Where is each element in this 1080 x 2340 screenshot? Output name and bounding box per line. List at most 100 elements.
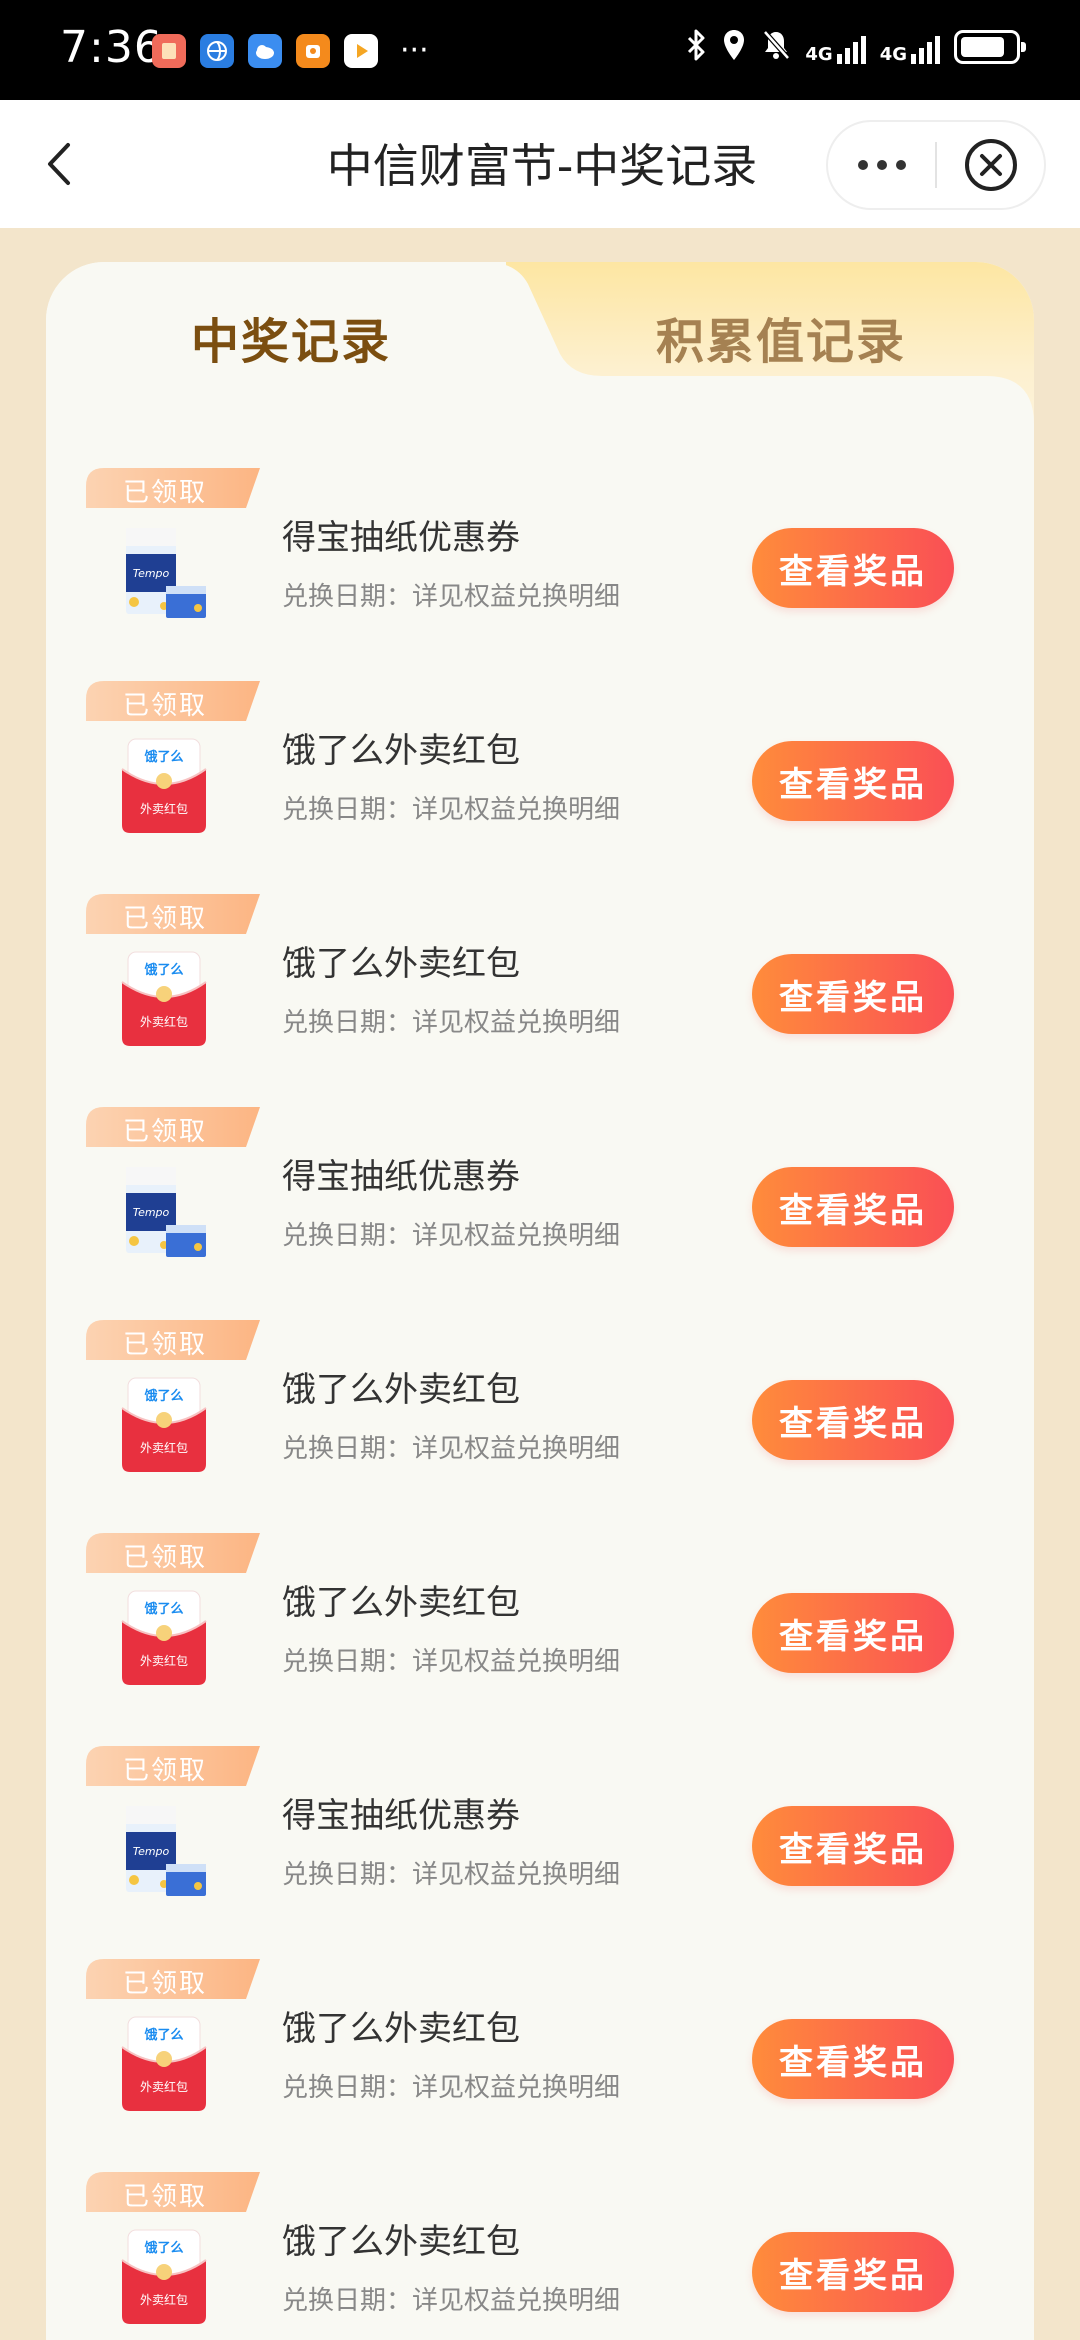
- miniprogram-capsule: [826, 120, 1046, 210]
- status-bar: 7:36 ··· 4G 4G: [0, 0, 1080, 100]
- svg-text:外卖红包: 外卖红包: [140, 2079, 188, 2094]
- record-item: 已领取 Tempo 得宝抽纸优惠券 兑换日期：详见权益兑换明细 查看奖品: [46, 1746, 1034, 1959]
- battery-icon: [954, 30, 1026, 64]
- svg-text:饿了么: 饿了么: [143, 1601, 183, 1617]
- svg-text:饿了么: 饿了么: [143, 749, 183, 765]
- red-packet-icon: 饿了么 外卖红包: [114, 1372, 214, 1480]
- svg-text:饿了么: 饿了么: [143, 1388, 183, 1404]
- claimed-badge: 已领取: [86, 681, 260, 721]
- view-prize-button[interactable]: 查看奖品: [752, 954, 954, 1034]
- globe-app-icon: [200, 34, 234, 68]
- record-item: 已领取 饿了么 外卖红包 饿了么外卖红包 兑换日期：详见权益兑换明细 查看奖品: [46, 894, 1034, 1107]
- svg-text:外卖红包: 外卖红包: [140, 1653, 188, 1668]
- svg-text:Tempo: Tempo: [133, 567, 170, 580]
- claimed-badge: 已领取: [86, 1107, 260, 1147]
- prize-title: 得宝抽纸优惠券: [282, 1157, 520, 1197]
- prize-title: 饿了么外卖红包: [282, 2222, 520, 2262]
- svg-text:Tempo: Tempo: [133, 1845, 170, 1858]
- badge-label: 已领取: [122, 904, 207, 934]
- close-circle-icon: [964, 139, 1017, 191]
- cloud-app-icon: [248, 34, 282, 68]
- claimed-badge: 已领取: [86, 2172, 260, 2212]
- redeem-date: 兑换日期：详见权益兑换明细: [282, 1860, 621, 1890]
- mute-icon: [761, 28, 791, 66]
- bluetooth-icon: [685, 28, 707, 66]
- svg-text:饿了么: 饿了么: [143, 2027, 183, 2043]
- system-status: 4G 4G: [685, 28, 1026, 66]
- red-packet-icon: 饿了么 外卖红包: [114, 2224, 214, 2332]
- more-notifications-icon: ···: [400, 33, 429, 68]
- redeem-date: 兑换日期：详见权益兑换明细: [282, 2073, 621, 2103]
- dot: [876, 160, 887, 170]
- red-packet-icon: 饿了么 外卖红包: [114, 1585, 214, 1693]
- signal-bars-icon: [911, 30, 940, 64]
- view-prize-button[interactable]: 查看奖品: [752, 741, 954, 821]
- view-prize-button[interactable]: 查看奖品: [752, 2232, 954, 2312]
- redeem-date: 兑换日期：详见权益兑换明细: [282, 1221, 621, 1251]
- badge-label: 已领取: [122, 1543, 207, 1573]
- redeem-date: 兑换日期：详见权益兑换明细: [282, 1434, 621, 1464]
- view-prize-button[interactable]: 查看奖品: [752, 1806, 954, 1886]
- dot: [857, 160, 868, 170]
- svg-text:外卖红包: 外卖红包: [140, 1014, 188, 1029]
- badge-label: 已领取: [122, 478, 207, 508]
- record-item: 已领取 饿了么 外卖红包 饿了么外卖红包 兑换日期：详见权益兑换明细 查看奖品: [46, 1959, 1034, 2172]
- close-button[interactable]: [937, 120, 1044, 210]
- record-item: 已领取 饿了么 外卖红包 饿了么外卖红包 兑换日期：详见权益兑换明细 查看奖品: [46, 681, 1034, 894]
- claimed-badge: 已领取: [86, 1533, 260, 1573]
- notification-icons: ···: [152, 34, 429, 68]
- prize-title: 饿了么外卖红包: [282, 1370, 520, 1410]
- red-book-app-icon: [152, 34, 186, 68]
- tab-accumulated-records[interactable]: 积累值记录: [656, 302, 906, 372]
- records-list: 已领取 Tempo 得宝抽纸优惠券 兑换日期：详见权益兑换明细 查看奖品 已领取…: [46, 468, 1034, 2340]
- redeem-date: 兑换日期：详见权益兑换明细: [282, 795, 621, 825]
- location-icon: [721, 28, 747, 66]
- tissue-icon: Tempo: [114, 1159, 214, 1267]
- claimed-badge: 已领取: [86, 1959, 260, 1999]
- badge-label: 已领取: [122, 1756, 207, 1786]
- view-prize-button[interactable]: 查看奖品: [752, 2019, 954, 2099]
- red-packet-icon: 饿了么 外卖红包: [114, 2011, 214, 2119]
- signal-2: 4G: [880, 30, 940, 64]
- view-prize-button[interactable]: 查看奖品: [752, 1593, 954, 1673]
- record-item: 已领取 Tempo 得宝抽纸优惠券 兑换日期：详见权益兑换明细 查看奖品: [46, 468, 1034, 681]
- view-prize-button[interactable]: 查看奖品: [752, 528, 954, 608]
- svg-text:外卖红包: 外卖红包: [140, 801, 188, 816]
- video-app-icon: [344, 34, 378, 68]
- prize-title: 饿了么外卖红包: [282, 944, 520, 984]
- prize-title: 饿了么外卖红包: [282, 731, 520, 771]
- tab-winning-records[interactable]: 中奖记录: [191, 302, 391, 372]
- redeem-date: 兑换日期：详见权益兑换明细: [282, 1647, 621, 1677]
- shop-app-icon: [296, 34, 330, 68]
- tab-bar: 中奖记录 积累值记录: [46, 262, 1034, 442]
- prize-title: 饿了么外卖红包: [282, 2009, 520, 2049]
- redeem-date: 兑换日期：详见权益兑换明细: [282, 1008, 621, 1038]
- tissue-icon: Tempo: [114, 520, 214, 628]
- record-item: 已领取 饿了么 外卖红包 饿了么外卖红包 兑换日期：详见权益兑换明细 查看奖品: [46, 2172, 1034, 2340]
- prize-title: 得宝抽纸优惠券: [282, 518, 520, 558]
- status-time: 7:36: [60, 22, 163, 73]
- claimed-badge: 已领取: [86, 894, 260, 934]
- claimed-badge: 已领取: [86, 468, 260, 508]
- view-prize-button[interactable]: 查看奖品: [752, 1167, 954, 1247]
- record-item: 已领取 饿了么 外卖红包 饿了么外卖红包 兑换日期：详见权益兑换明细 查看奖品: [46, 1320, 1034, 1533]
- badge-label: 已领取: [122, 1117, 207, 1147]
- signal-bars-icon: [836, 30, 866, 64]
- svg-text:外卖红包: 外卖红包: [140, 1440, 188, 1455]
- badge-label: 已领取: [122, 1969, 207, 1999]
- nav-bar: 中信财富节-中奖记录: [0, 100, 1080, 228]
- badge-label: 已领取: [122, 691, 207, 721]
- svg-text:饿了么: 饿了么: [143, 962, 183, 978]
- badge-label: 已领取: [122, 2182, 207, 2212]
- red-packet-icon: 饿了么 外卖红包: [114, 946, 214, 1054]
- records-card: 中奖记录 积累值记录 已领取 Tempo 得宝抽纸优惠券 兑换日期：详见权益兑换…: [46, 262, 1034, 2340]
- more-button[interactable]: [828, 120, 935, 210]
- redeem-date: 兑换日期：详见权益兑换明细: [282, 2286, 621, 2316]
- svg-text:Tempo: Tempo: [133, 1206, 170, 1219]
- claimed-badge: 已领取: [86, 1746, 260, 1786]
- view-prize-button[interactable]: 查看奖品: [752, 1380, 954, 1460]
- dot: [895, 160, 906, 170]
- claimed-badge: 已领取: [86, 1320, 260, 1360]
- badge-label: 已领取: [122, 1330, 207, 1360]
- record-item: 已领取 饿了么 外卖红包 饿了么外卖红包 兑换日期：详见权益兑换明细 查看奖品: [46, 1533, 1034, 1746]
